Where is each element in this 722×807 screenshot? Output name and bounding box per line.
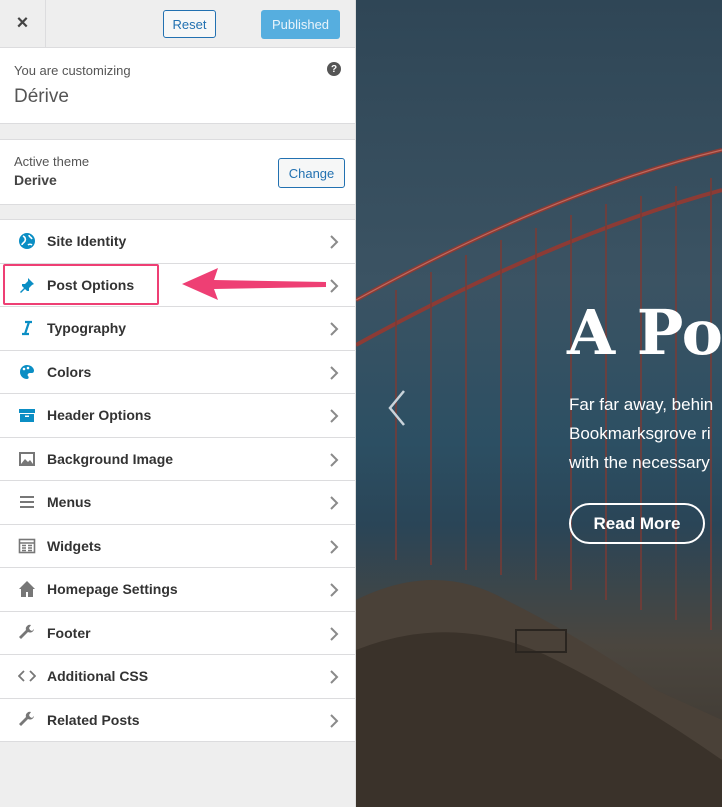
chevron-right-icon [330,583,339,597]
chevron-right-icon [330,452,339,467]
published-button[interactable]: Published [261,10,340,39]
hero-excerpt-line: Bookmarksgrove ri [569,424,711,443]
read-more-button[interactable]: Read More [569,503,705,544]
section-header-options[interactable]: Header Options [0,394,355,438]
active-theme-name: Derive [14,172,57,188]
annotation-arrow-icon [182,268,326,300]
hero-title: A Pos [567,296,722,369]
chevron-right-icon [330,322,339,336]
section-label: Typography [47,320,127,336]
site-title: Dérive [14,86,69,107]
archive-icon [18,406,36,424]
site-preview: A Pos Far far away, behin Bookmarksgrove… [356,0,722,807]
section-label: Site Identity [47,233,127,249]
image-icon [18,450,36,468]
section-background-image[interactable]: Background Image [0,438,355,481]
wrench-icon [18,711,36,729]
customizer-header: × Reset Published [0,0,355,48]
section-colors[interactable]: Colors [0,351,355,394]
close-button[interactable]: × [0,0,46,47]
post-options-highlight-box [3,264,159,305]
reset-button[interactable]: Reset [163,10,216,38]
customizing-label: You are customizing [14,63,131,78]
menu-icon [18,493,36,511]
chevron-right-icon [330,365,339,380]
widgets-icon [18,537,36,555]
palette-icon [18,363,36,381]
hero-excerpt-line: with the necessary [569,453,710,472]
globe-icon [18,232,36,250]
active-theme-label: Active theme [14,154,90,169]
section-label: Widgets [47,537,102,554]
chevron-right-icon [330,539,339,554]
section-label: Header Options [47,407,152,423]
chevron-right-icon [330,235,339,249]
section-related-posts[interactable]: Related Posts [0,699,355,742]
chevron-left-icon[interactable] [386,388,408,428]
section-label: Menus [47,494,92,510]
code-icon [18,667,36,685]
section-site-identity[interactable]: Site Identity [0,220,355,264]
section-label: Related Posts [47,711,140,728]
section-label: Homepage Settings [47,581,178,597]
section-label: Footer [47,624,91,641]
hero-excerpt: Far far away, behin Bookmarksgrove ri wi… [569,390,722,477]
home-icon [18,580,36,598]
wrench-icon [18,624,36,642]
section-typography[interactable]: Typography [0,307,355,351]
section-label: Additional CSS [47,668,149,684]
section-homepage-settings[interactable]: Homepage Settings [0,568,355,612]
change-theme-button[interactable]: Change [278,158,345,188]
customizing-info: You are customizing Dérive ? [0,48,355,124]
chevron-right-icon [330,496,339,510]
chevron-right-icon [330,626,339,641]
hero-excerpt-line: Far far away, behin [569,395,714,414]
chevron-right-icon [330,713,339,728]
section-widgets[interactable]: Widgets [0,525,355,568]
section-footer[interactable]: Footer [0,612,355,655]
section-menus[interactable]: Menus [0,481,355,525]
chevron-right-icon [330,670,339,684]
chevron-right-icon [330,409,339,423]
customizer-sidebar: × Reset Published You are customizing Dé… [0,0,356,807]
active-theme-panel: Active theme Derive Change [0,139,355,205]
section-label: Colors [47,363,92,380]
italic-icon [18,319,36,337]
section-label: Background Image [47,450,174,467]
section-additional-css[interactable]: Additional CSS [0,655,355,699]
help-icon[interactable]: ? [327,62,341,76]
